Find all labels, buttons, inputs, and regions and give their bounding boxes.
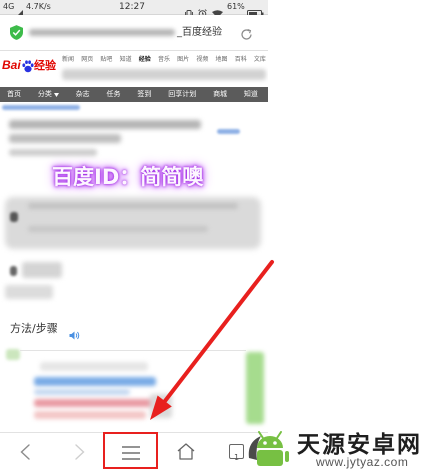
blurred-image: [40, 362, 148, 371]
phone-screen: 4G 4.7K/s 12:27 61% _百度经验 Bai 经验 新闻 网页 贴…: [0, 0, 268, 470]
step-marker: [6, 349, 20, 360]
shield-icon: [10, 25, 23, 44]
nav-link[interactable]: 音乐: [158, 56, 170, 64]
screenshot: 4G 4.7K/s 12:27 61% _百度经验 Bai 经验 新闻 网页 贴…: [0, 0, 440, 470]
site-nav-item[interactable]: 签到: [137, 87, 151, 102]
step-divider: [20, 350, 246, 351]
speaker-icon[interactable]: [69, 325, 80, 344]
blurred-image: [34, 377, 156, 386]
site-nav-item-category[interactable]: 分类: [38, 87, 59, 102]
status-bar: 4G 4.7K/s 12:27 61%: [0, 0, 268, 18]
baidu-nav-links: 新闻 网页 贴吧 知道 经验 音乐 图片 视频 地图 百科 文库: [62, 56, 266, 64]
battery-percent: 61%: [227, 2, 245, 11]
nav-link-active[interactable]: 经验: [139, 56, 151, 64]
site-nav-label: 分类: [37, 90, 52, 98]
section-heading: 方法/步骤: [10, 322, 58, 335]
blurred-link[interactable]: [217, 129, 240, 134]
paw-icon[interactable]: [22, 58, 34, 77]
nav-link[interactable]: 地图: [216, 56, 228, 64]
blurred-image: [246, 352, 264, 424]
blurred-title: [9, 120, 201, 129]
site-nav-item[interactable]: 首页: [7, 87, 21, 102]
baidu-header: Bai 经验 新闻 网页 贴吧 知道 经验 音乐 图片 视频 地图 百科 文库: [0, 52, 268, 85]
android-logo-icon: [247, 428, 295, 470]
site-nav-item[interactable]: 回享计划: [168, 87, 196, 102]
blurred-image: [34, 411, 146, 419]
nav-link[interactable]: 视频: [196, 56, 208, 64]
tab-count: 1: [233, 453, 240, 462]
blurred-title: [9, 134, 121, 143]
breadcrumb[interactable]: [2, 105, 80, 110]
site-nav-bar: 首页 分类 杂志 任务 签到 回享计划 商城 知道: [0, 87, 268, 102]
search-input[interactable]: [62, 69, 266, 80]
nav-link[interactable]: 贴吧: [100, 56, 112, 64]
forward-icon[interactable]: [74, 444, 86, 464]
site-nav-item[interactable]: 任务: [107, 87, 121, 102]
blurred-text: [28, 203, 238, 209]
blurred-image: [34, 399, 162, 407]
site-nav-item[interactable]: 商城: [213, 87, 227, 102]
address-bar[interactable]: _百度经验: [0, 15, 268, 51]
blurred-text: [22, 262, 62, 278]
nav-link[interactable]: 知道: [120, 56, 132, 64]
blurred-image: [34, 389, 130, 395]
logo-product-text[interactable]: 经验: [34, 59, 56, 72]
refresh-icon[interactable]: [240, 26, 253, 45]
highlight-box: [103, 432, 158, 469]
nav-link[interactable]: 百科: [235, 56, 247, 64]
logo-text[interactable]: Bai: [2, 58, 21, 72]
blurred-image: [150, 394, 172, 418]
watermark-site-name: 天源安卓网: [297, 432, 422, 458]
watermark-site-url: www.jytyaz.com: [316, 455, 409, 469]
home-icon[interactable]: [177, 443, 195, 464]
tabs-icon[interactable]: 1: [229, 444, 244, 462]
blurred-text: [5, 285, 53, 299]
network-speed: 4.7K/s: [26, 2, 51, 11]
nav-link[interactable]: 新闻: [62, 56, 74, 64]
network-type: 4G: [3, 2, 15, 11]
nav-link[interactable]: 图片: [177, 56, 189, 64]
blurred-text: [28, 226, 208, 232]
blurred-text: [9, 149, 97, 156]
clock: 12:27: [119, 2, 145, 12]
site-nav-item[interactable]: 知道: [244, 87, 258, 102]
back-icon[interactable]: [19, 444, 31, 464]
blurred-text: [10, 266, 17, 276]
page-title-suffix: _百度经验: [177, 27, 222, 38]
overlay-id-watermark: 百度ID：简简噢: [52, 165, 204, 189]
nav-link[interactable]: 文库: [254, 56, 266, 64]
nav-link[interactable]: 网页: [81, 56, 93, 64]
chevron-down-icon: [53, 92, 59, 97]
blurred-text: [10, 212, 18, 222]
blurred-url: [29, 29, 175, 36]
site-nav-item[interactable]: 杂志: [76, 87, 90, 102]
